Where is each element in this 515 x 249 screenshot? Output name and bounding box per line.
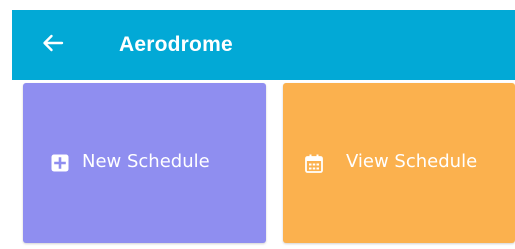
page-title: Aerodrome <box>119 33 233 56</box>
plus-square-icon <box>50 153 70 173</box>
calendar-icon <box>304 153 324 173</box>
new-schedule-card[interactable]: New Schedule <box>23 83 266 243</box>
back-button[interactable] <box>38 30 68 60</box>
app-bar: Aerodrome <box>12 10 515 80</box>
view-schedule-card[interactable]: View Schedule <box>283 83 515 243</box>
arrow-left-icon <box>42 34 64 57</box>
new-schedule-label: New Schedule <box>82 151 210 172</box>
screen: Aerodrome New Schedule View Schedule <box>0 0 515 249</box>
view-schedule-label: View Schedule <box>346 151 478 172</box>
